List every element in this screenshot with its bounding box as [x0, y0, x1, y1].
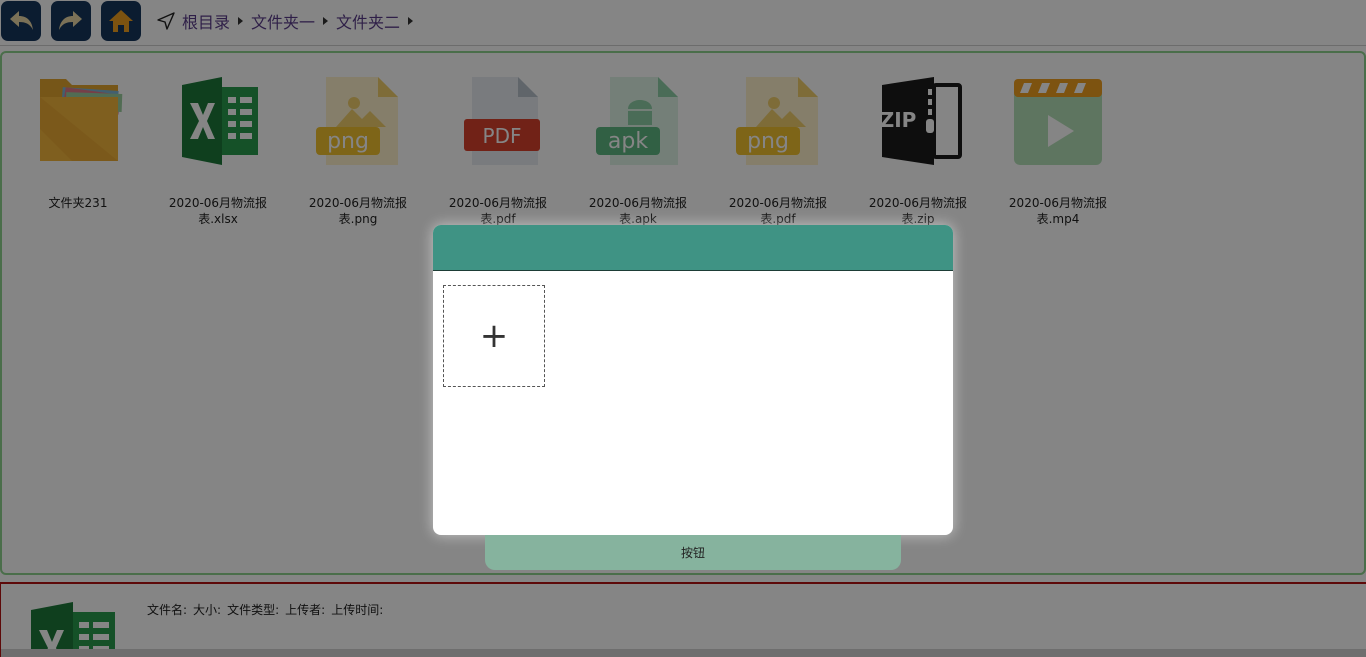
add-icon: + [479, 316, 509, 356]
modal-header [433, 225, 953, 271]
upload-dropzone[interactable]: + [443, 285, 545, 387]
modal-action-button[interactable]: 按钮 [485, 535, 901, 570]
upload-modal: + [433, 225, 953, 535]
